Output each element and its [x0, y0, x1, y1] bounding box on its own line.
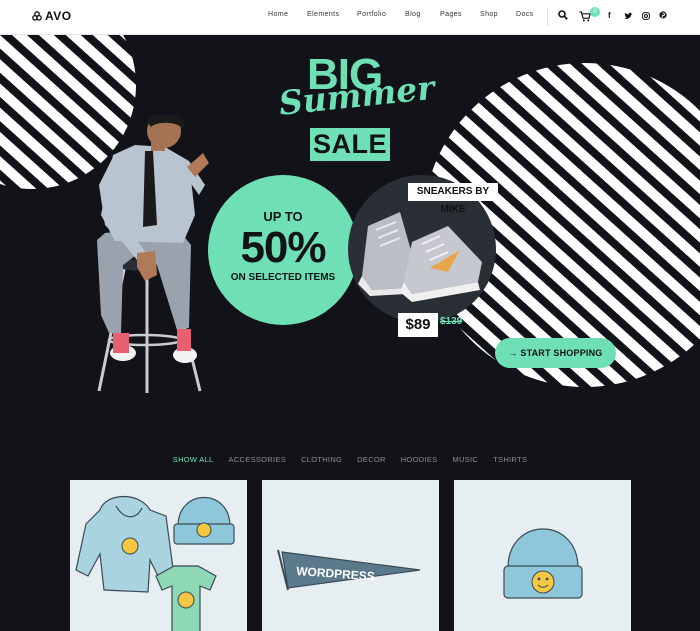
logo[interactable]: AVO — [32, 9, 72, 23]
nav-home[interactable]: Home — [268, 11, 288, 18]
discount-percent: 50% — [240, 223, 326, 272]
start-shopping-button[interactable]: → START SHOPPING — [495, 338, 616, 368]
filter-decor[interactable]: DECOR — [357, 455, 386, 464]
beanie-image — [503, 528, 583, 599]
cart-count-badge: 0 — [590, 7, 600, 17]
filter-accessories[interactable]: ACCESSORIES — [229, 455, 286, 464]
wordpress-pennant-image: WORDPRESS — [277, 549, 421, 591]
nav-shop[interactable]: Shop — [480, 11, 498, 18]
discount-up-to: UP TO — [263, 209, 303, 224]
logo-icon — [32, 11, 42, 21]
nav-pages[interactable]: Pages — [440, 11, 462, 18]
filter-clothing[interactable]: CLOTHING — [301, 455, 342, 464]
nav-blog[interactable]: Blog — [405, 11, 421, 18]
product-card-beanie[interactable] — [454, 480, 631, 631]
search-icon[interactable] — [558, 10, 568, 20]
pinterest-icon[interactable] — [659, 11, 667, 20]
product-card-hoodie[interactable] — [70, 480, 247, 631]
sneakers-image[interactable] — [352, 198, 492, 308]
filter-hoodies[interactable]: HOODIES — [401, 455, 438, 464]
product-card-pennant[interactable]: WORDPRESS — [262, 480, 439, 631]
nav-divider — [547, 8, 548, 26]
filter-tshirts[interactable]: TSHIRTS — [493, 455, 527, 464]
nav-elements[interactable]: Elements — [307, 11, 339, 18]
navbar: AVO Home Elements Portfolio Blog Pages S… — [0, 0, 700, 35]
hero-sale-badge: SALE — [310, 128, 390, 161]
sneakers-old-price: $139 — [440, 316, 463, 327]
facebook-icon[interactable]: f — [608, 11, 611, 20]
discount-selected-items: ON SELECTED ITEMS — [230, 272, 336, 283]
hoodie-hat-tshirt-image — [75, 496, 235, 631]
nav-docs[interactable]: Docs — [516, 11, 534, 18]
twitter-icon[interactable] — [624, 12, 633, 20]
product-filters: SHOW ALL ACCESSORIES CLOTHING DECOR HOOD… — [0, 455, 700, 464]
sneakers-label: SNEAKERS BY MIKE — [408, 183, 498, 215]
filter-music[interactable]: MUSIC — [452, 455, 478, 464]
filter-show-all[interactable]: SHOW ALL — [173, 455, 214, 464]
nav-portfolio[interactable]: Portfolio — [357, 11, 386, 18]
model-photo — [97, 115, 209, 393]
instagram-icon[interactable] — [642, 12, 650, 20]
sneakers-price: $89 — [398, 313, 438, 337]
logo-text: AVO — [45, 9, 72, 23]
